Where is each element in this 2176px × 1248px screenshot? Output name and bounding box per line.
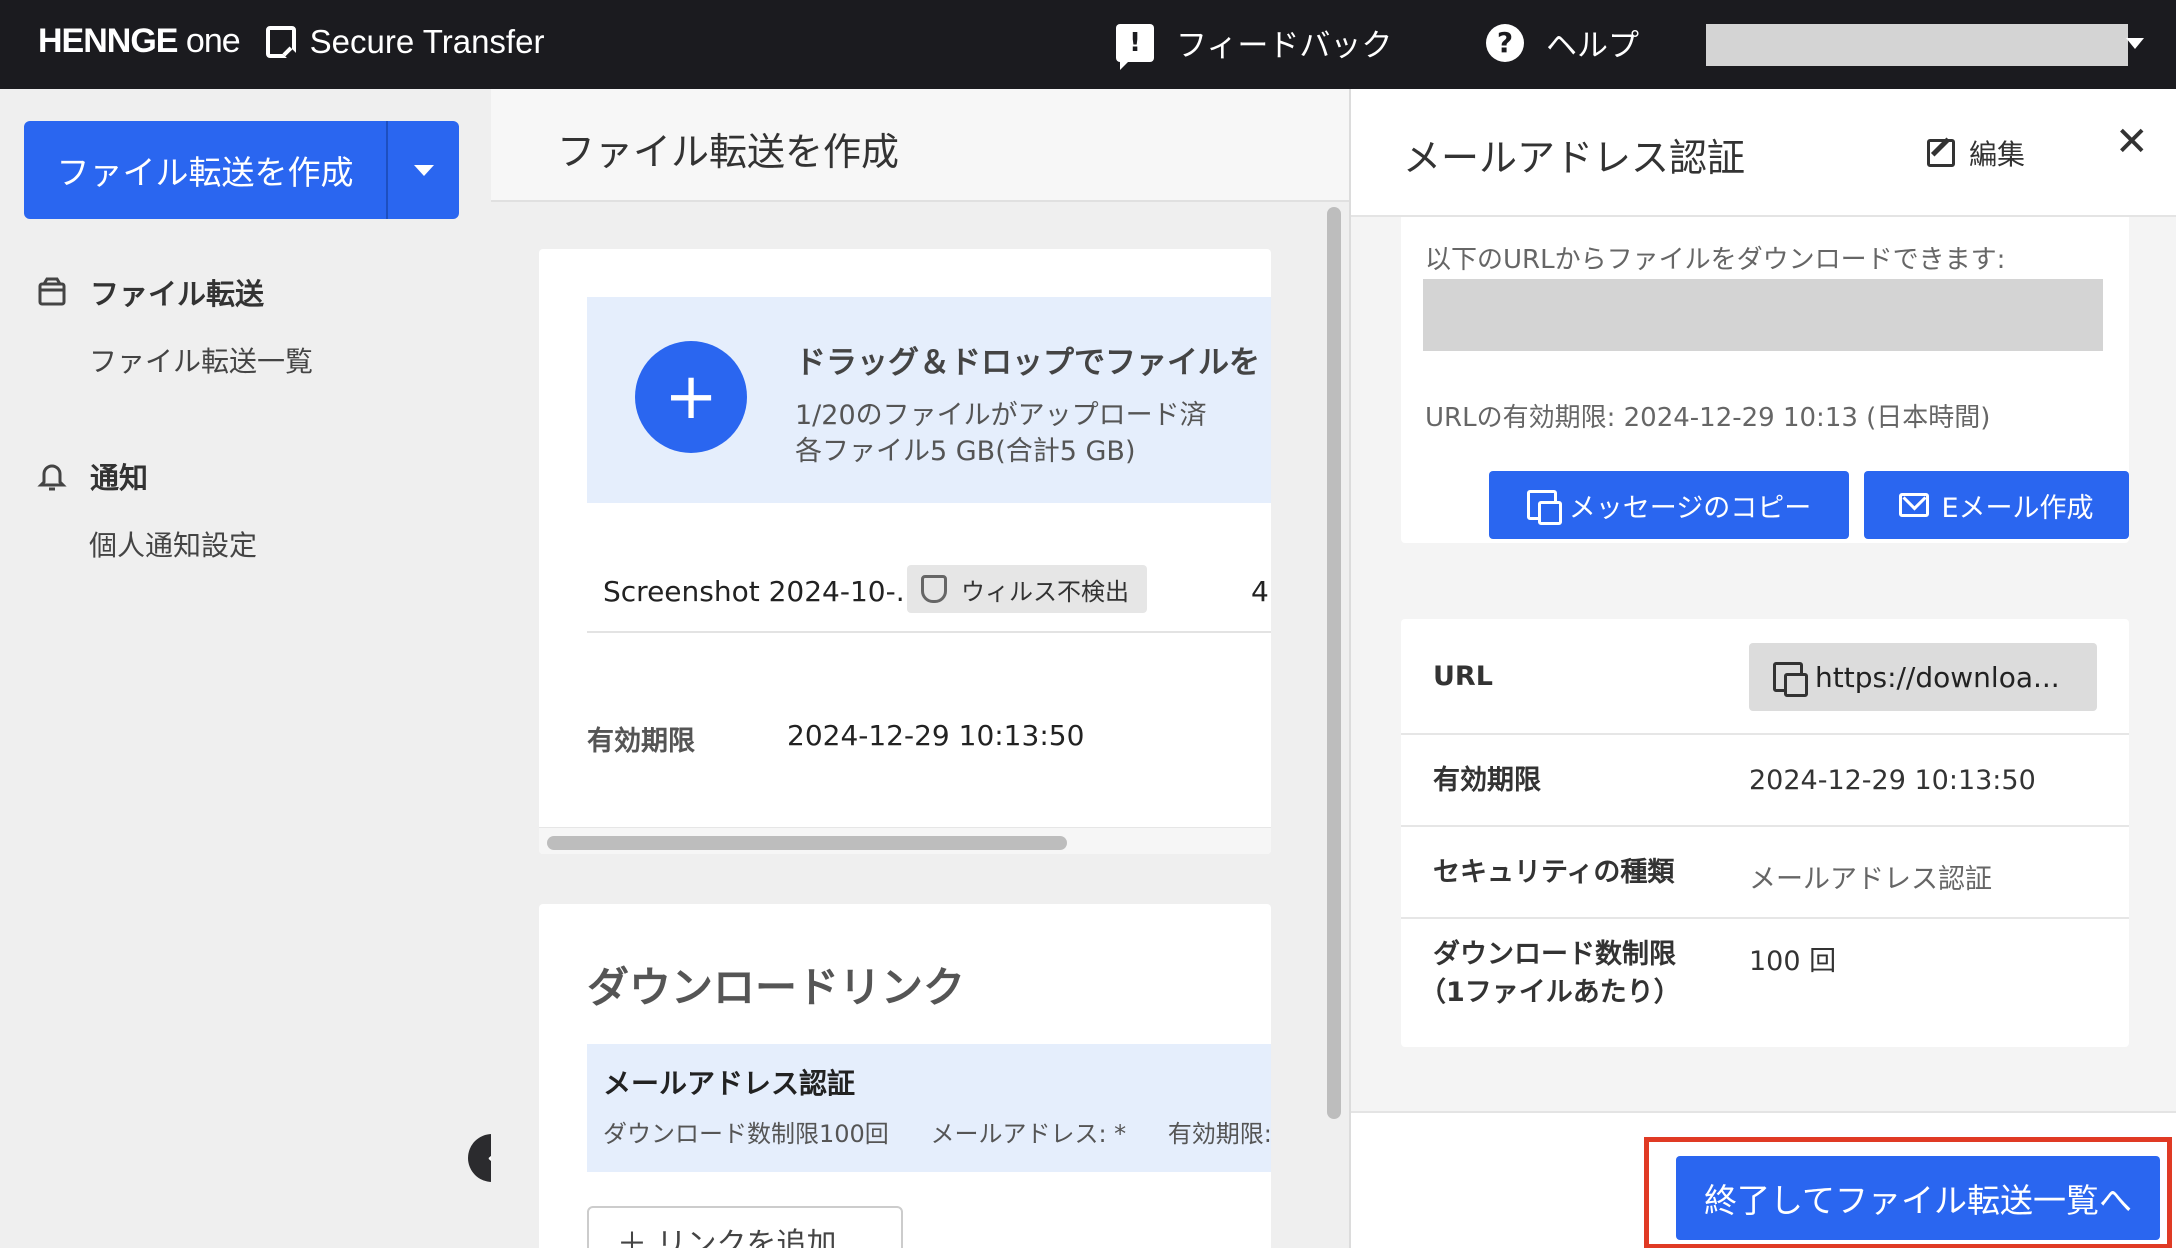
- info-row-download-limit: ダウンロード数制限 （1ファイルあたり） 100 回: [1401, 919, 2129, 1047]
- link-expiry: 有効期限: 20: [1167, 1120, 1271, 1148]
- panel-header: メールアドレス認証 編集 ✕: [1351, 89, 2176, 217]
- main-header: ファイル転送を作成: [491, 89, 1349, 202]
- sidebar-section-label: 通知: [90, 461, 149, 495]
- dropzone-upload-count: 1/20のファイルがアップロード済: [795, 400, 1207, 431]
- shield-icon: [921, 575, 947, 603]
- add-link-button[interactable]: ＋ リンクを追加: [587, 1206, 903, 1248]
- message-intro: 以下のURLからファイルをダウンロードできます:: [1425, 245, 2006, 275]
- dropzone-size-limit: 各ファイル5 GB(合計5 GB): [795, 436, 1136, 467]
- feedback-button[interactable]: ! フィードバック: [1116, 20, 1393, 70]
- vertical-scrollbar[interactable]: [1327, 207, 1341, 1119]
- upload-card: + ドラッグ＆ドロップでファイルを 1/20のファイルがアップロード済 各ファイ…: [539, 249, 1271, 854]
- product-name: Secure Transfer: [309, 22, 545, 60]
- download-links-card: ダウンロードリンク メールアドレス認証 ダウンロード数制限100回 メールアドレ…: [539, 904, 1271, 1248]
- box-icon: [38, 277, 66, 306]
- link-info-table: URL https://downloa... 有効期限 2024-12-29 1…: [1401, 619, 2129, 1047]
- file-row: Screenshot 2024-10-... ウィルス不検出 43: [587, 551, 1271, 633]
- user-menu[interactable]: [1706, 24, 2128, 66]
- virus-status-badge: ウィルス不検出: [907, 565, 1147, 613]
- info-row-expiry: 有効期限 2024-12-29 10:13:50: [1401, 735, 2129, 827]
- info-key: セキュリティの種類: [1433, 857, 1675, 888]
- feedback-label: フィードバック: [1176, 28, 1393, 64]
- mail-icon: [1899, 493, 1930, 517]
- caret-down-icon: [413, 164, 434, 176]
- link-name: メールアドレス認証: [603, 1067, 856, 1100]
- sidebar-item-notification-settings[interactable]: 個人通知設定: [89, 524, 257, 564]
- help-icon: ?: [1486, 23, 1524, 62]
- copy-icon: [1526, 490, 1562, 525]
- redacted-url: [1423, 279, 2103, 351]
- henngeone-logo: HENNGE one: [38, 22, 241, 60]
- add-file-button[interactable]: +: [635, 341, 747, 453]
- file-dropzone[interactable]: + ドラッグ＆ドロップでファイルを 1/20のファイルがアップロード済 各ファイ…: [587, 297, 1271, 503]
- compose-email-button[interactable]: Eメール作成: [1864, 471, 2129, 539]
- link-meta: ダウンロード数制限100回 メールアドレス: * 有効期限: 20: [603, 1114, 1271, 1149]
- close-icon[interactable]: ✕: [2115, 119, 2149, 165]
- info-row-security: セキュリティの種類 メールアドレス認証: [1401, 827, 2129, 919]
- info-key: URL: [1433, 661, 1493, 692]
- sidebar-section-notifications: 通知: [36, 455, 148, 497]
- link-email: メールアドレス: *: [930, 1120, 1127, 1148]
- copy-message-button[interactable]: メッセージのコピー: [1489, 471, 1849, 539]
- create-options-dropdown[interactable]: [388, 121, 459, 219]
- plus-icon: +: [664, 360, 718, 434]
- expiry-value: 2024-12-29 10:13:50: [787, 719, 1085, 752]
- message-url-expiry: URLの有効期限: 2024-12-29 10:13 (日本時間): [1425, 403, 1991, 433]
- info-key-sub: （1ファイルあたり）: [1419, 977, 1681, 1008]
- secure-transfer-icon: [265, 25, 296, 58]
- copy-url-button[interactable]: https://downloa...: [1749, 643, 2097, 711]
- horizontal-scrollbar[interactable]: [539, 827, 1271, 854]
- page-title: ファイル転送を作成: [557, 130, 900, 174]
- copy-icon: [1773, 662, 1808, 697]
- sidebar-item-transfer-list[interactable]: ファイル転送一覧: [89, 340, 313, 380]
- main-content: ファイル転送を作成 + ドラッグ＆ドロップでファイルを 1/20のファイルがアッ…: [491, 89, 1349, 1248]
- bell-icon: [37, 464, 67, 491]
- info-key: ダウンロード数制限: [1433, 939, 1676, 970]
- finish-button[interactable]: 終了してファイル転送一覧へ: [1676, 1156, 2160, 1240]
- help-label: ヘルプ: [1546, 28, 1639, 64]
- feedback-icon: !: [1116, 23, 1154, 70]
- top-bar: HENNGE one Secure Transfer ! フィードバック ? ヘ…: [0, 0, 2176, 89]
- info-value: 2024-12-29 10:13:50: [1749, 765, 2036, 796]
- help-button[interactable]: ? ヘルプ: [1486, 20, 1639, 65]
- create-transfer-split-button: ファイル転送を作成: [24, 121, 459, 219]
- link-download-limit: ダウンロード数制限100回: [603, 1120, 889, 1148]
- panel-footer: 終了してファイル転送一覧へ: [1351, 1111, 2176, 1248]
- download-link-item[interactable]: メールアドレス認証 ダウンロード数制限100回 メールアドレス: * 有効期限:…: [587, 1044, 1271, 1172]
- info-value: メールアドレス認証: [1749, 864, 1992, 895]
- create-transfer-button[interactable]: ファイル転送を作成: [24, 121, 388, 219]
- brand[interactable]: HENNGE one Secure Transfer: [38, 22, 544, 61]
- file-size: 43: [1251, 575, 1271, 608]
- edit-button[interactable]: 編集: [1927, 133, 2025, 173]
- panel-title: メールアドレス認証: [1403, 136, 1746, 180]
- edit-icon: [1927, 139, 1955, 167]
- link-detail-panel: メールアドレス認証 編集 ✕ 以下のURLからファイルをダウンロードできます: …: [1349, 89, 2176, 1248]
- expiry-label: 有効期限: [587, 726, 695, 757]
- sidebar-section-label: ファイル転送: [90, 277, 265, 311]
- sidebar-section-transfer: ファイル転送: [36, 271, 264, 313]
- info-row-url: URL https://downloa...: [1401, 619, 2129, 735]
- download-links-title: ダウンロードリンク: [587, 963, 966, 1012]
- info-value: 100 回: [1749, 946, 1837, 977]
- horizontal-scroll-thumb[interactable]: [547, 836, 1067, 850]
- file-name: Screenshot 2024-10-...: [603, 575, 923, 608]
- sidebar: ファイル転送を作成 ファイル転送 ファイル転送一覧 通知 個人通知設定: [0, 89, 491, 1248]
- info-key: 有効期限: [1433, 765, 1541, 796]
- chevron-down-icon[interactable]: [2126, 38, 2144, 49]
- dropzone-title: ドラッグ＆ドロップでファイルを: [795, 345, 1260, 381]
